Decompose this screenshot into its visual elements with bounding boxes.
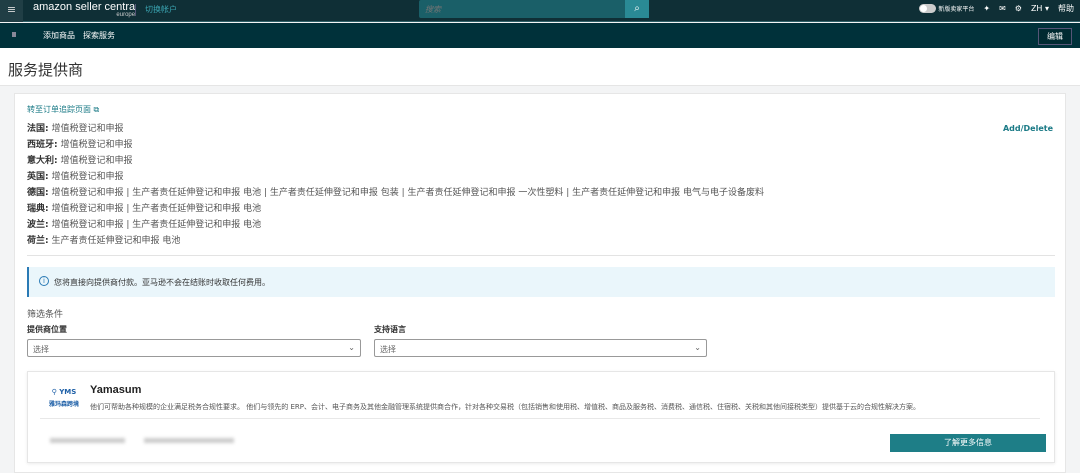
sub-nav: 添加商品 探索服务 编辑 xyxy=(0,23,1080,48)
title-bar: 服务提供商 xyxy=(0,48,1080,86)
country-services: 增值税登记和申报 xyxy=(51,172,124,182)
location-select-value: 选择 xyxy=(33,345,49,354)
nav-explore-services[interactable]: 探索服务 xyxy=(83,30,115,41)
country-name: 波兰: xyxy=(27,220,49,230)
country-name: 法国: xyxy=(27,124,49,134)
mail-icon[interactable]: ✉ xyxy=(999,4,1006,13)
country-row: 德国: 增值税登记和申报 | 生产者责任延伸登记和申报 电池 | 生产者责任延伸… xyxy=(27,185,764,201)
sparkle-icon[interactable]: ✦ xyxy=(983,4,990,13)
language-select[interactable]: 选择 ⌄ xyxy=(374,339,707,357)
country-services: 增值税登记和申报 | 生产者责任延伸登记和申报 电池 xyxy=(51,204,262,214)
divider xyxy=(40,418,1040,419)
bookmark-icon[interactable] xyxy=(12,32,16,37)
info-text: 您将直接向提供商付款。亚马逊不会在结账时收取任何费用。 xyxy=(54,278,270,287)
toggle-switch[interactable] xyxy=(918,4,936,13)
country-row: 瑞典: 增值税登记和申报 | 生产者责任延伸登记和申报 电池 xyxy=(27,201,764,217)
language-selector[interactable]: ZH ▾ xyxy=(1031,4,1049,13)
country-services: 增值税登记和申报 | 生产者责任延伸登记和申报 电池 xyxy=(51,220,262,230)
top-bar: ≡ amazon seller centraeurope 切换帐户 ⌕ 新版卖家… xyxy=(0,0,1080,22)
track-link-label: 转至订单追踪页面 xyxy=(27,105,91,114)
provider-name: Yamasum xyxy=(90,384,142,396)
add-delete-link[interactable]: Add/Delete xyxy=(1003,124,1053,133)
country-name: 德国: xyxy=(27,188,49,198)
country-row: 意大利: 增值税登记和申报 xyxy=(27,153,764,169)
language-select-value: 选择 xyxy=(380,345,396,354)
country-row: 波兰: 增值税登记和申报 | 生产者责任延伸登记和申报 电池 xyxy=(27,217,764,233)
edit-button[interactable]: 编辑 xyxy=(1038,28,1072,45)
gear-icon[interactable]: ⚙ xyxy=(1015,4,1022,13)
divider xyxy=(135,4,136,16)
provider-description: 他们可帮助各种规模的企业满足税务合规性要求。 他们与领先的 ERP、会计、电子商… xyxy=(90,403,920,411)
info-icon: i xyxy=(39,276,49,286)
country-name: 意大利: xyxy=(27,156,58,166)
logo-region: europe xyxy=(116,12,136,18)
search-box: ⌕ xyxy=(419,0,649,18)
filters-title: 筛选条件 xyxy=(27,310,64,320)
info-alert: i 您将直接向提供商付款。亚马逊不会在结账时收取任何费用。 xyxy=(27,267,1055,297)
country-services: 增值税登记和申报 xyxy=(60,156,133,166)
services-card: 转至订单追踪页面 ⧉ Add/Delete 法国: 增值税登记和申报 西班牙: … xyxy=(14,93,1066,473)
divider xyxy=(27,255,1055,256)
country-row: 荷兰: 生产者责任延伸登记和申报 电池 xyxy=(27,233,764,249)
page-title: 服务提供商 xyxy=(8,61,84,79)
country-name: 瑞典: xyxy=(27,204,49,214)
country-services: 增值税登记和申报 | 生产者责任延伸登记和申报 电池 | 生产者责任延伸登记和申… xyxy=(51,188,764,198)
country-row: 法国: 增值税登记和申报 xyxy=(27,121,764,137)
country-row: 西班牙: 增值税登记和申报 xyxy=(27,137,764,153)
nav-add-product[interactable]: 添加商品 xyxy=(43,30,75,41)
redacted-contact xyxy=(144,438,234,443)
hamburger-menu-icon[interactable]: ≡ xyxy=(0,0,23,22)
amazon-logo[interactable]: amazon seller centra europe xyxy=(33,1,135,18)
help-link[interactable]: 帮助 xyxy=(1058,3,1074,14)
country-name: 西班牙: xyxy=(27,140,58,150)
learn-more-button[interactable]: 了解更多信息 xyxy=(890,434,1046,452)
location-filter-label: 提供商位置 xyxy=(27,325,67,334)
redacted-contact xyxy=(50,438,125,443)
provider-logo: ⚲ YMS 雅玛森跨境 xyxy=(48,388,79,408)
country-list: 法国: 增值税登记和申报 西班牙: 增值税登记和申报 意大利: 增值税登记和申报… xyxy=(27,121,764,249)
country-name: 英国: xyxy=(27,172,49,182)
country-row: 英国: 增值税登记和申报 xyxy=(27,169,764,185)
chevron-down-icon: ⌄ xyxy=(348,343,355,352)
search-button[interactable]: ⌕ xyxy=(625,0,649,18)
external-link-icon: ⧉ xyxy=(93,105,100,114)
search-input[interactable] xyxy=(419,0,625,18)
country-name: 荷兰: xyxy=(27,236,49,246)
switch-account-link[interactable]: 切换帐户 xyxy=(145,4,177,15)
provider-card: ⚲ YMS 雅玛森跨境 Yamasum 他们可帮助各种规模的企业满足税务合规性要求… xyxy=(27,371,1055,463)
location-select[interactable]: 选择 ⌄ xyxy=(27,339,361,357)
new-platform-label: 新版卖家平台 xyxy=(938,6,975,13)
chevron-down-icon: ⌄ xyxy=(694,343,701,352)
language-filter-label: 支持语言 xyxy=(374,325,406,334)
track-orders-link[interactable]: 转至订单追踪页面 ⧉ xyxy=(27,104,99,115)
country-services: 增值税登记和申报 xyxy=(60,140,133,150)
country-services: 增值税登记和申报 xyxy=(51,124,124,134)
search-icon: ⌕ xyxy=(634,3,640,14)
new-platform-toggle[interactable]: 新版卖家平台 xyxy=(918,4,975,13)
country-services: 生产者责任延伸登记和申报 电池 xyxy=(51,236,181,246)
